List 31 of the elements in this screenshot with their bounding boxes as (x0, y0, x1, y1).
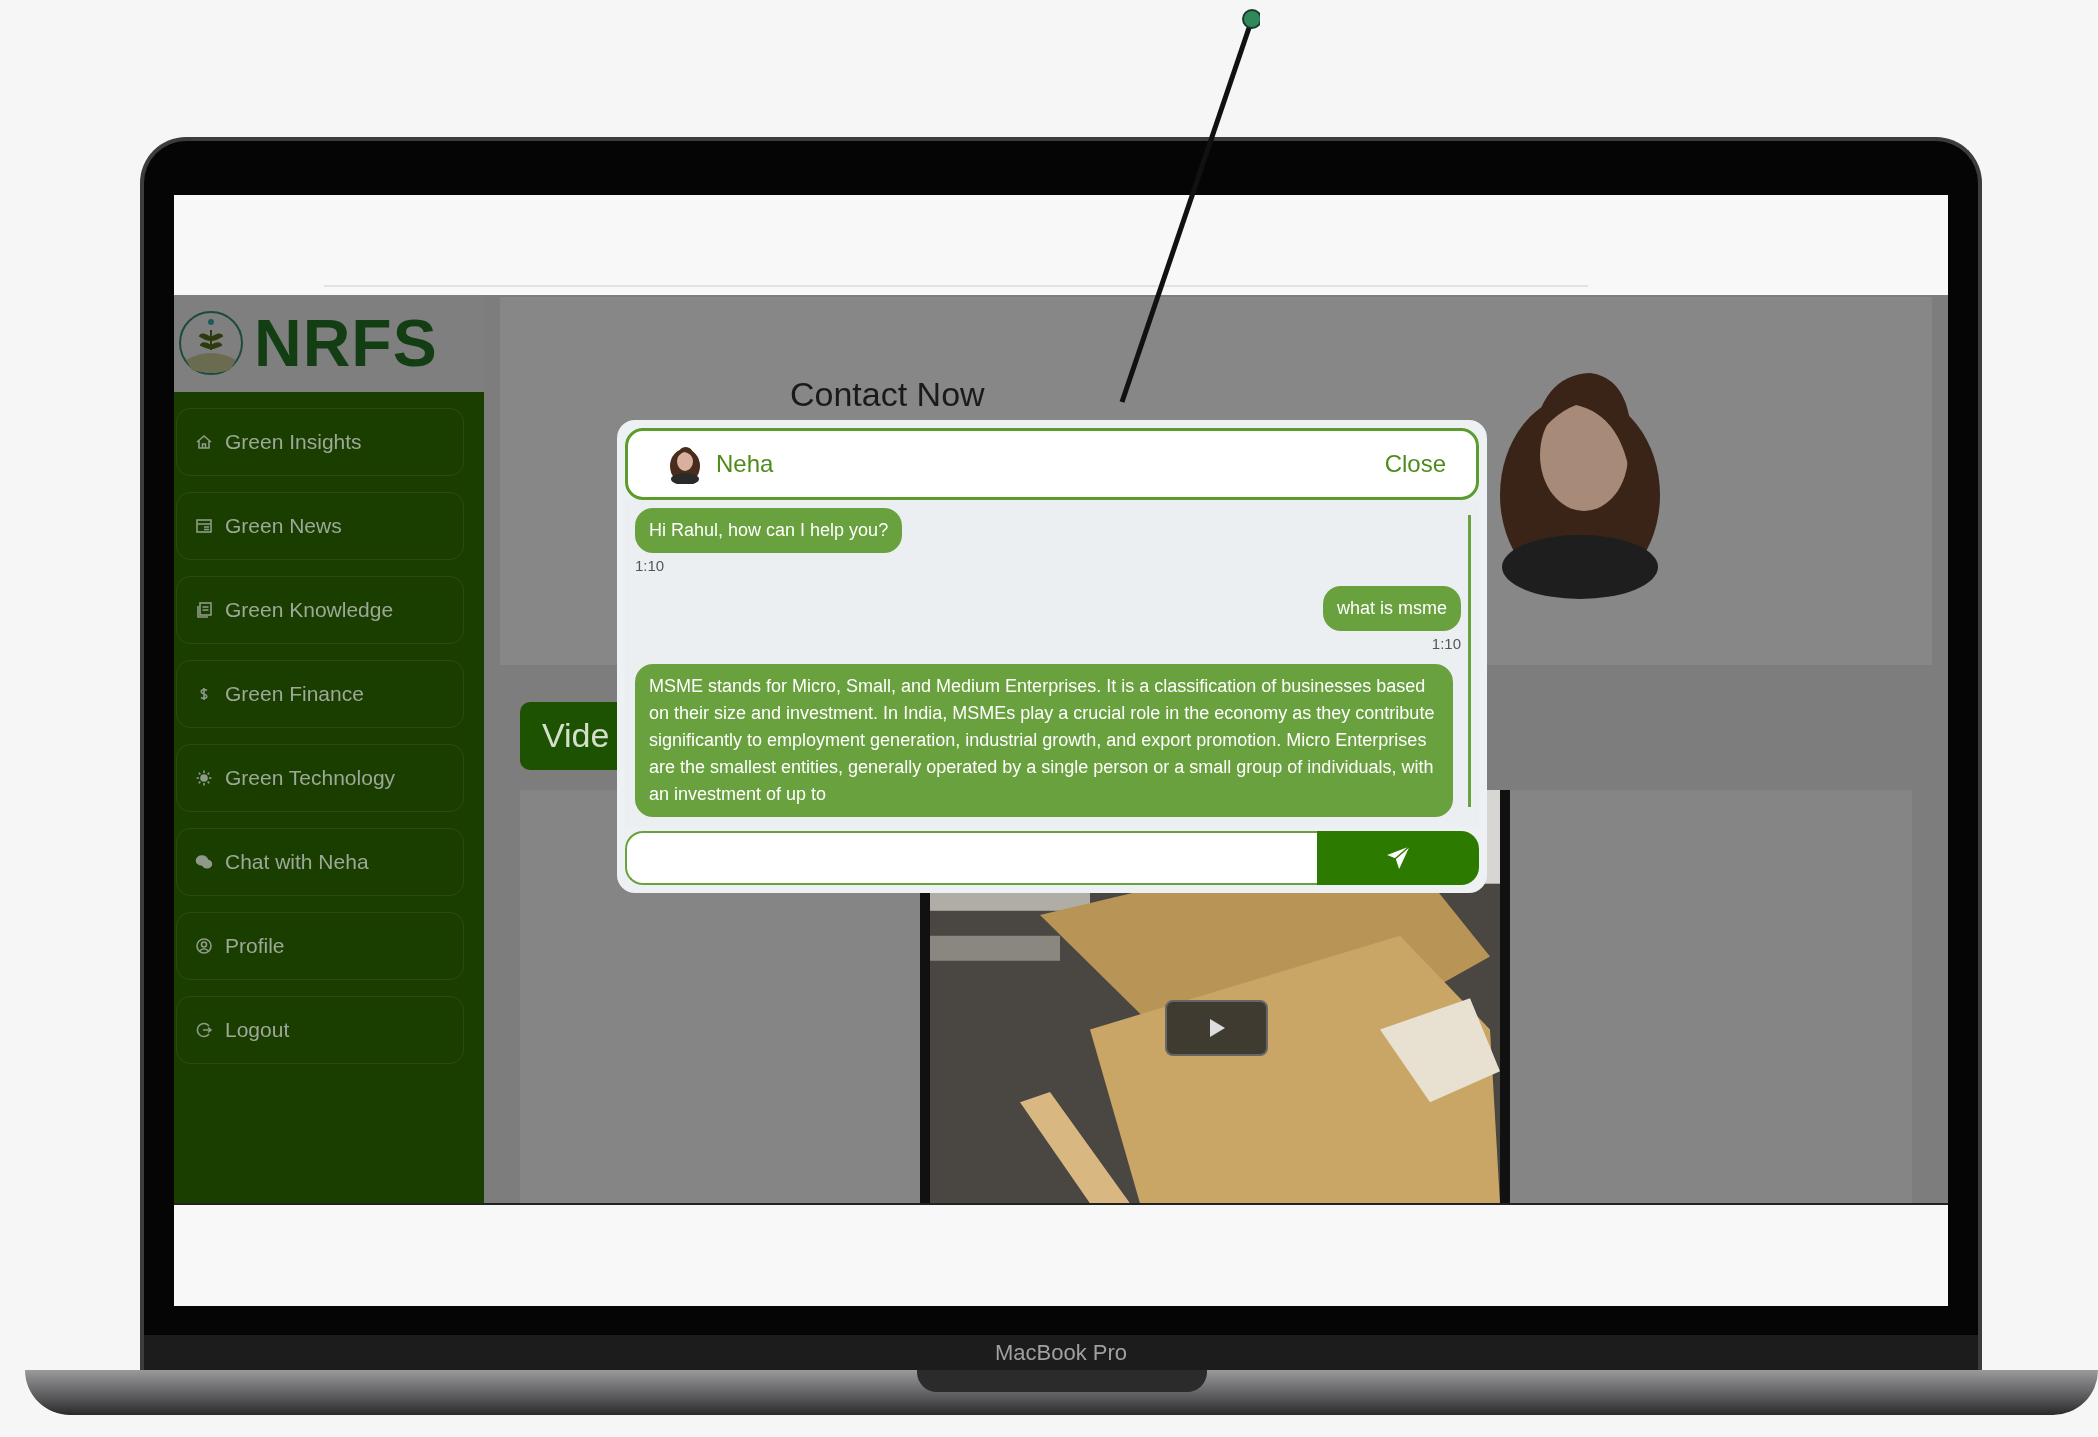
play-button[interactable] (1165, 999, 1268, 1056)
home-icon (195, 432, 213, 451)
sidebar-item[interactable]: Green News (176, 491, 464, 560)
message-bubble: MSME stands for Micro, Small, and Medium Enterprises. It is a classification of businesses based on their size and investment. In India, MSMEs play a crucial role in the economy as they contribute significantly to employment generation, industrial growth, and export promotion. Micro Enterprises are the smallest entities, generally operated by a single person or a small group of individuals, with an investment of up to (635, 664, 1453, 817)
sidebar-item[interactable]: Profile (176, 911, 464, 980)
sidebar-item[interactable]: Green Finance (176, 659, 464, 728)
agent-name: Neha (716, 450, 775, 478)
newspaper-icon (195, 516, 213, 535)
avatar-icon (668, 444, 702, 484)
brand-name: NRFS (254, 305, 438, 382)
sidebar-item[interactable]: Green Knowledge (176, 575, 464, 644)
close-button[interactable]: Close (1384, 450, 1446, 478)
sidebar-item[interactable]: Green Insights (176, 407, 464, 476)
logout-icon (195, 1020, 213, 1039)
sidebar-item[interactable]: Chat with Neha (176, 827, 464, 896)
page-heading: Contact Now (790, 374, 985, 414)
chat-icon (195, 852, 213, 871)
sidebar-item[interactable]: Logout (176, 995, 464, 1064)
sidebar-item[interactable]: Green Technology (176, 743, 464, 812)
message-input[interactable] (625, 831, 1317, 885)
send-button[interactable] (1317, 831, 1479, 885)
scrollbar[interactable] (1468, 515, 1471, 807)
device-label: MacBook Pro (994, 1339, 1128, 1366)
logo-icon (178, 310, 244, 377)
message-bubble: what is msme (1322, 586, 1461, 631)
message-time: 1:10 (1431, 635, 1461, 652)
sun-icon (195, 768, 213, 787)
user-icon (195, 936, 213, 955)
message-time: 1:10 (635, 557, 665, 574)
message-bubble: Hi Rahul, how can I help you? (635, 508, 903, 553)
book-icon (195, 600, 213, 619)
